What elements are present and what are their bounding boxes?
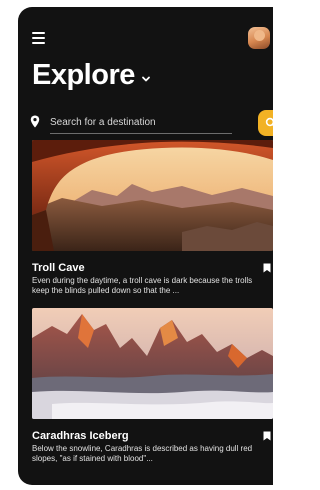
bookmark-icon[interactable]	[263, 263, 271, 273]
search-bar	[30, 108, 273, 138]
map-pin-icon	[30, 115, 40, 128]
search-button[interactable]	[258, 110, 273, 136]
hamburger-menu-icon[interactable]	[32, 32, 45, 44]
card-title: Caradhras Iceberg	[32, 430, 129, 442]
search-icon	[265, 117, 273, 127]
troll-cave-image	[32, 140, 273, 251]
card-description: Even during the daytime, a troll cave is…	[32, 276, 253, 295]
card-title-row: Caradhras Iceberg	[32, 429, 273, 443]
avatar[interactable]	[248, 27, 270, 49]
search-input[interactable]	[50, 112, 232, 134]
app-screen: Explore Search for a destination Troll C…	[18, 7, 273, 485]
destination-card[interactable]: Caradhras Iceberg Below the snowline, Ca…	[32, 308, 273, 464]
title-dropdown[interactable]: Explore	[32, 59, 151, 92]
card-title: Troll Cave	[32, 262, 85, 274]
caradhras-iceberg-image	[32, 308, 273, 419]
chevron-down-icon	[141, 76, 150, 81]
card-description: Below the snowline, Caradhras is describ…	[32, 444, 253, 463]
bookmark-icon[interactable]	[263, 431, 271, 441]
card-title-row: Troll Cave	[32, 261, 273, 275]
destination-card[interactable]: Troll Cave Even during the daytime, a tr…	[32, 140, 273, 296]
page-title: Explore	[32, 59, 135, 91]
